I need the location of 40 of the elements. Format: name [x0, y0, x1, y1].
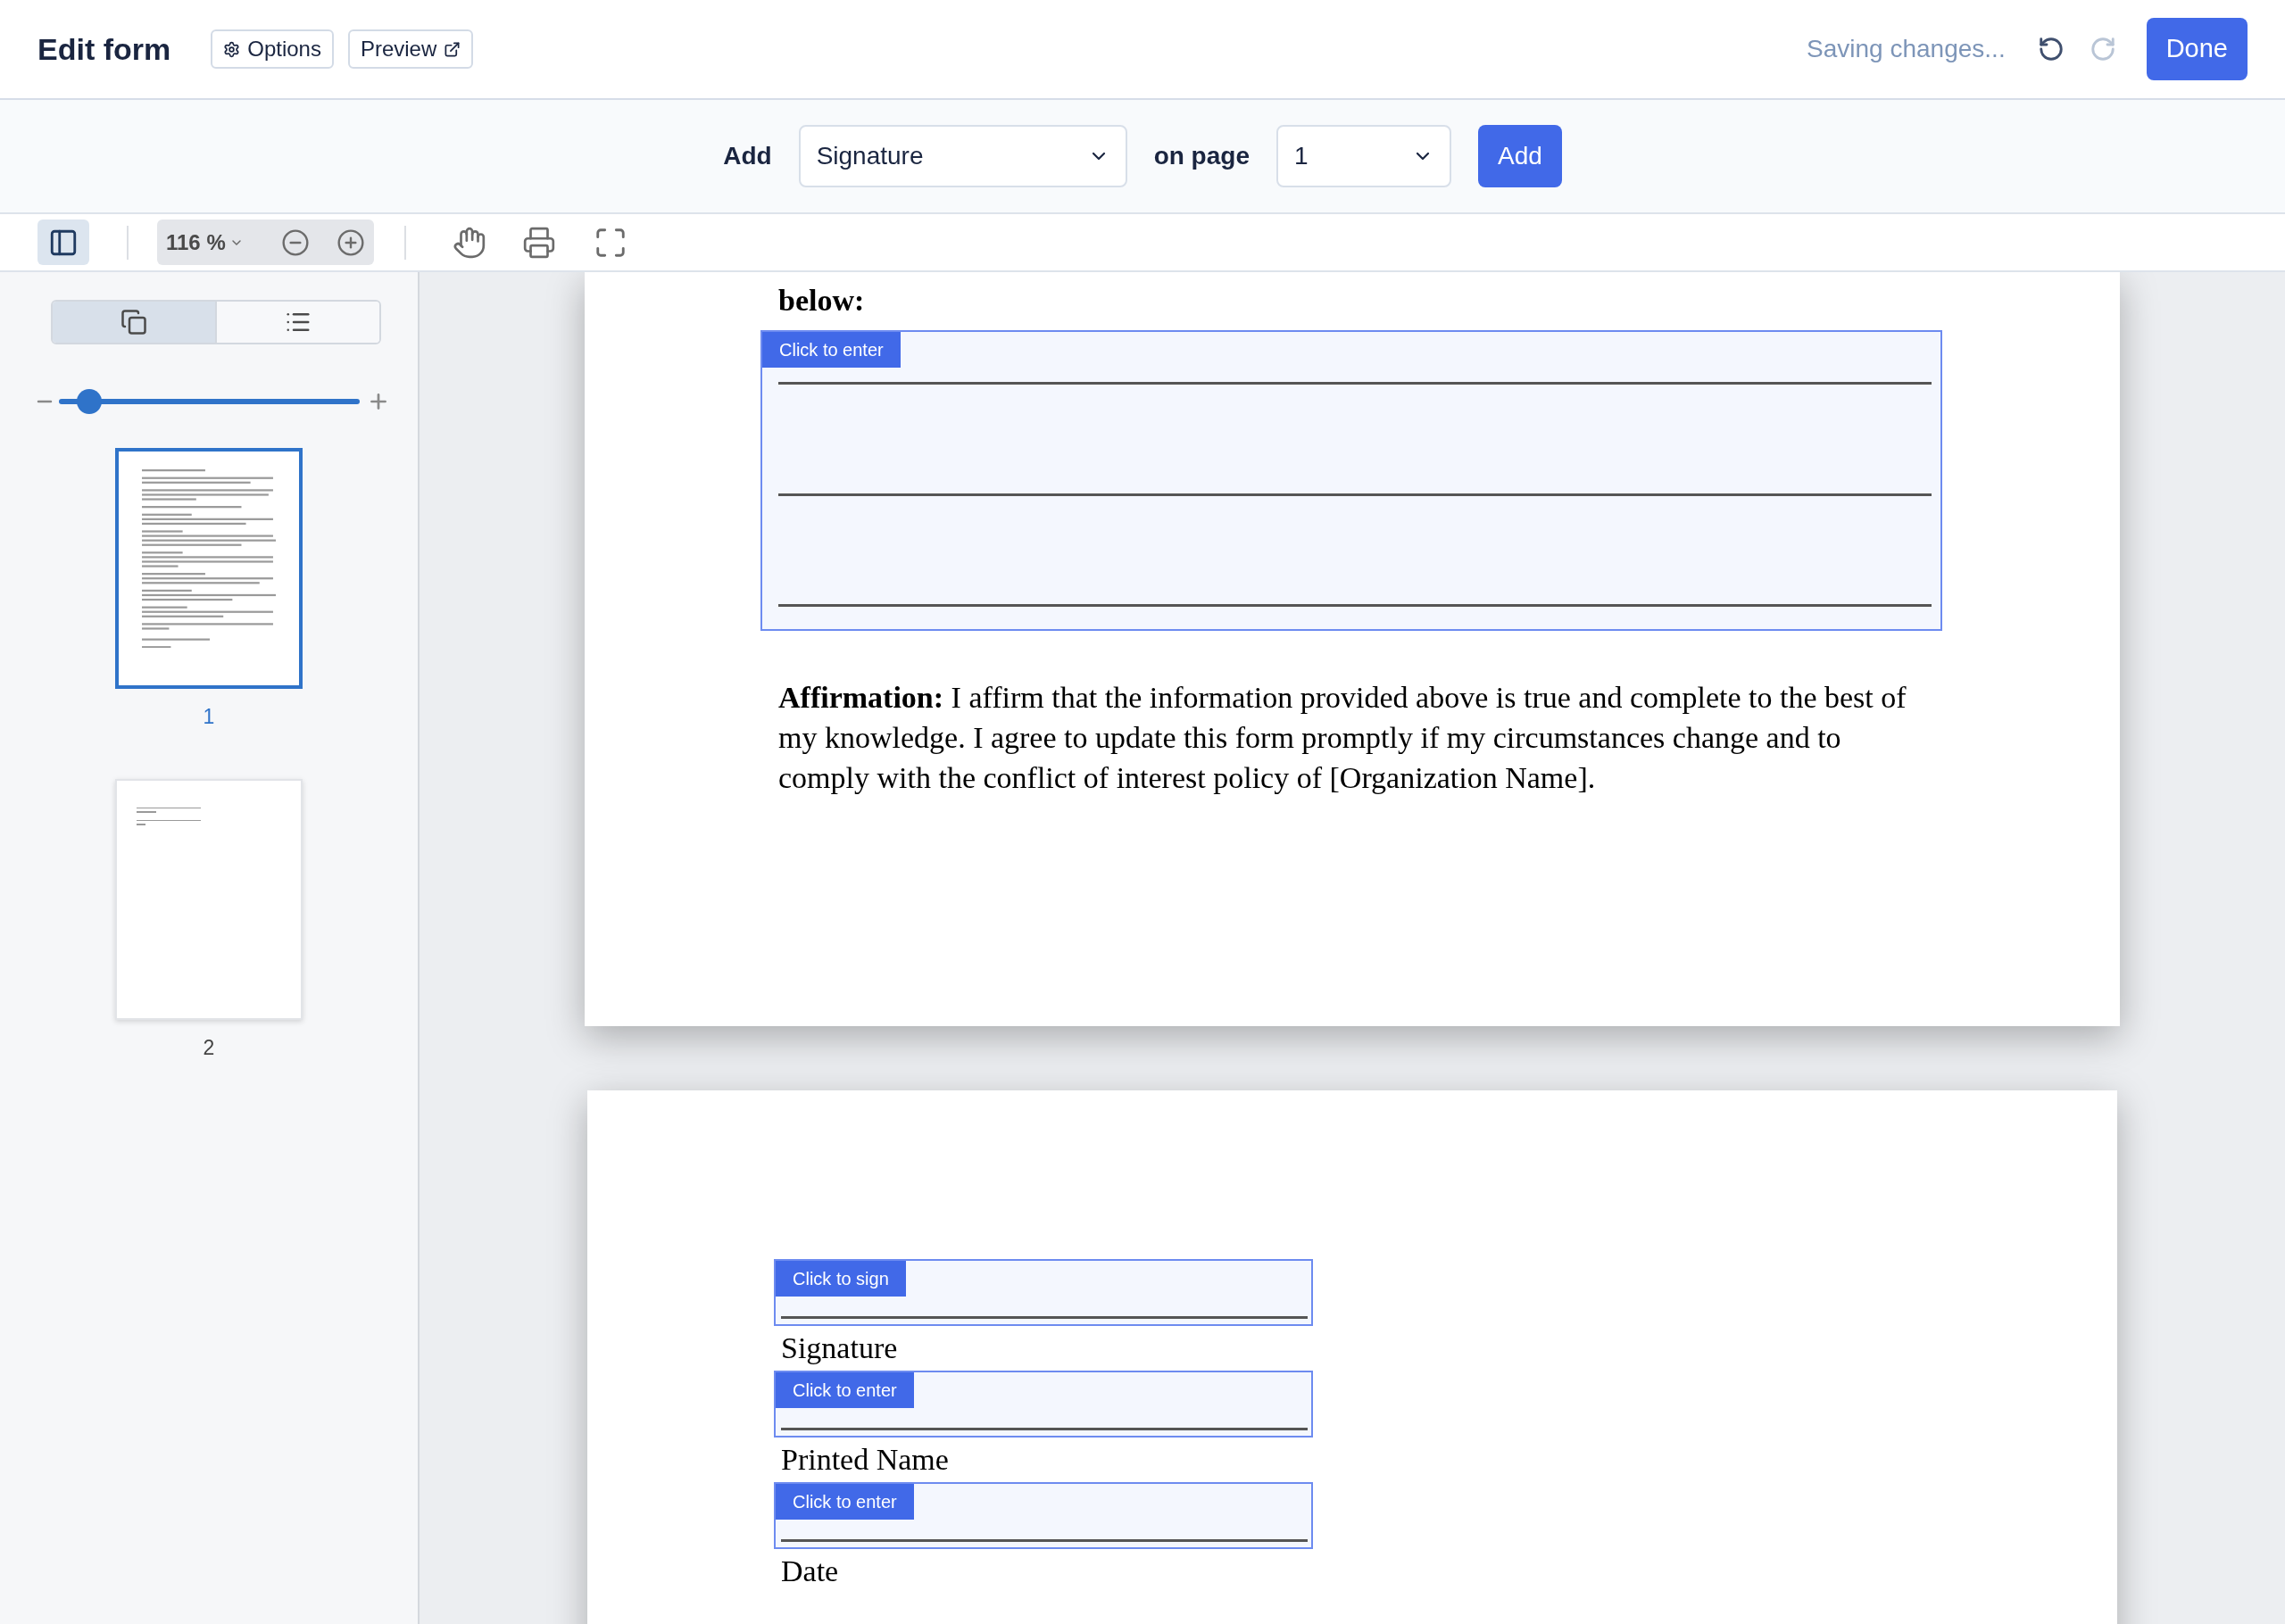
zoom-level-dropdown[interactable]: 116 % [166, 226, 244, 259]
field-prompt-tag[interactable]: Click to enter [762, 332, 901, 368]
page-number: 1 [203, 704, 215, 730]
on-page-label: on page [1153, 141, 1250, 171]
affirmation-paragraph: Affirmation: I affirm that the information provided above is true and complete to the best of my knowledge. I agree to update this form promptly if my circumstances change and to comply with the conflict of interest policy of [Organization Name]. [778, 680, 1907, 796]
undo-icon[interactable] [2037, 36, 2065, 62]
multiline-input-field[interactable]: Click to enter [760, 330, 1942, 631]
input-field[interactable]: Click to enter [774, 1371, 1313, 1438]
input-field[interactable]: Click to sign [774, 1259, 1313, 1326]
zoom-out-icon[interactable] [280, 228, 310, 257]
page-number: 2 [203, 1034, 215, 1061]
input-field[interactable]: Click to enter [774, 1482, 1313, 1549]
external-link-icon [444, 40, 461, 58]
section-heading: below: [777, 283, 865, 319]
field-prompt-tag[interactable]: Click to enter [776, 1372, 914, 1408]
field-caption: Signature [780, 1330, 898, 1366]
field-prompt-tag[interactable]: Click to sign [776, 1261, 906, 1297]
options-button[interactable]: Options [211, 29, 334, 69]
hand-icon[interactable] [452, 225, 486, 260]
preview-button[interactable]: Preview [347, 29, 474, 69]
field-caption: Date [780, 1554, 839, 1589]
slider-thumb[interactable] [76, 389, 102, 414]
field-type-select[interactable]: Signature [798, 125, 1127, 187]
add-button[interactable]: Add [1477, 125, 1562, 187]
sidebar-toggle-button[interactable] [37, 220, 89, 265]
done-button[interactable]: Done [2146, 18, 2248, 80]
page-select[interactable]: 1 [1275, 125, 1451, 187]
field-prompt-tag[interactable]: Click to enter [776, 1484, 914, 1520]
page-preview-drawing [137, 807, 201, 825]
page-title: Edit form [37, 30, 171, 68]
thumbnails-view-tab[interactable] [53, 302, 215, 343]
gear-icon [223, 40, 241, 58]
zoom-in-icon[interactable] [336, 228, 365, 257]
saving-status: Saving changes... [1807, 34, 2006, 64]
print-icon[interactable] [521, 225, 556, 260]
page-thumbnail[interactable] [115, 448, 303, 689]
add-label: Add [723, 141, 772, 171]
field-caption: Printed Name [780, 1442, 949, 1478]
thumbnail-size-slider[interactable] [59, 389, 360, 414]
pages-icon [120, 309, 147, 336]
